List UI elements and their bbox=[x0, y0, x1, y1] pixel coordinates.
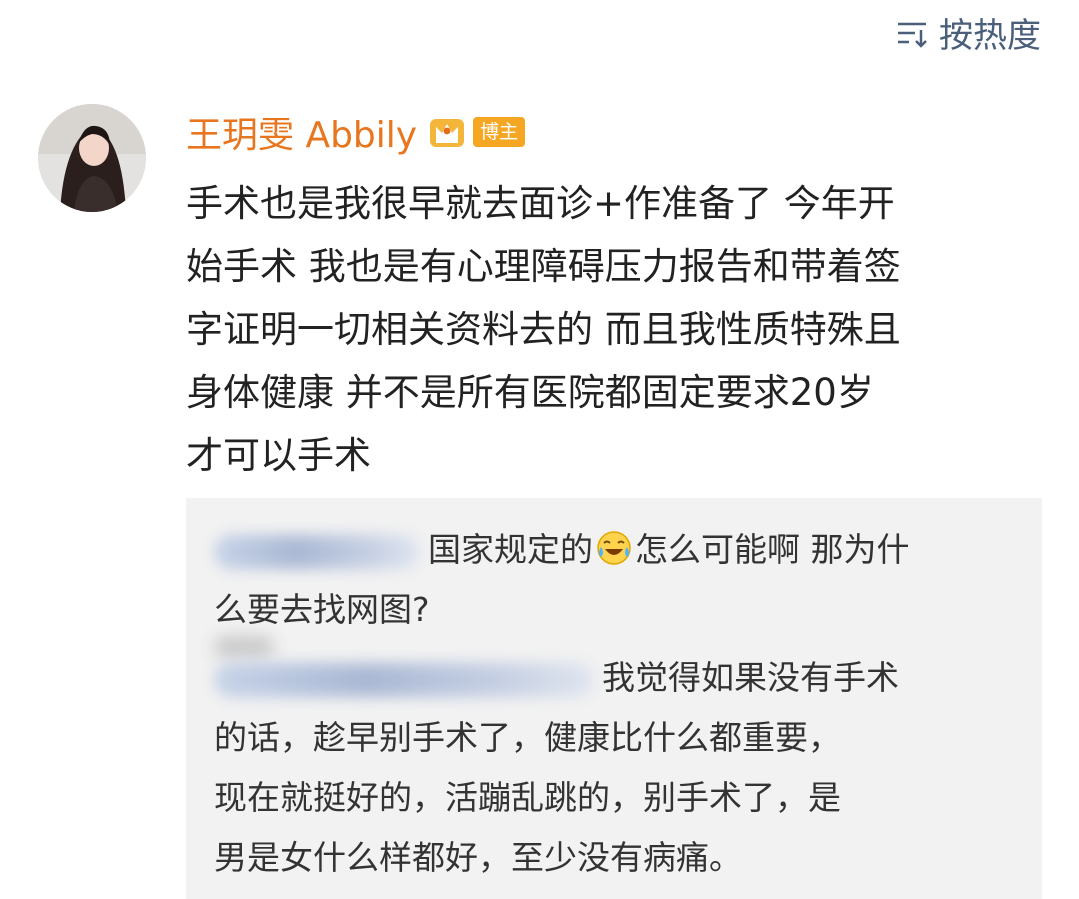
blogger-badge: 博主 bbox=[473, 117, 526, 147]
reply-item[interactable]: 国家规定的 怎么可能啊 那为什 么要去找网图? bbox=[214, 520, 1004, 640]
crown-vip-icon bbox=[430, 119, 465, 147]
blurred-username bbox=[214, 534, 420, 569]
reply-item[interactable]: 我觉得如果没有手术 的话，趁早别手术了，健康比什么都重要， 现在就挺好的，活蹦乱… bbox=[214, 648, 1004, 888]
replies-panel: 国家规定的 怎么可能啊 那为什 么要去找网图? 我觉得如果没有手术 的话，趁早别… bbox=[186, 498, 1042, 899]
sort-label: 按热度 bbox=[939, 16, 1041, 56]
comment-author-name[interactable]: 王玥雯 Abbily bbox=[186, 106, 417, 158]
comment-body: 手术也是我很早就去面诊+作准备了 今年开 始手术 我也是有心理障碍压力报告和带着… bbox=[186, 182, 901, 477]
comment-author-row: 王玥雯 Abbily 博主 bbox=[186, 104, 526, 160]
avatar-photo bbox=[38, 104, 146, 212]
laugh-cry-emoji-icon bbox=[597, 531, 631, 565]
blurred-username bbox=[214, 662, 594, 697]
sort-by-hot-button[interactable]: 按热度 bbox=[895, 8, 1041, 57]
avatar[interactable] bbox=[38, 104, 146, 212]
sort-lines-icon bbox=[898, 22, 927, 48]
reply-text-before: 国家规定的 bbox=[428, 530, 593, 569]
